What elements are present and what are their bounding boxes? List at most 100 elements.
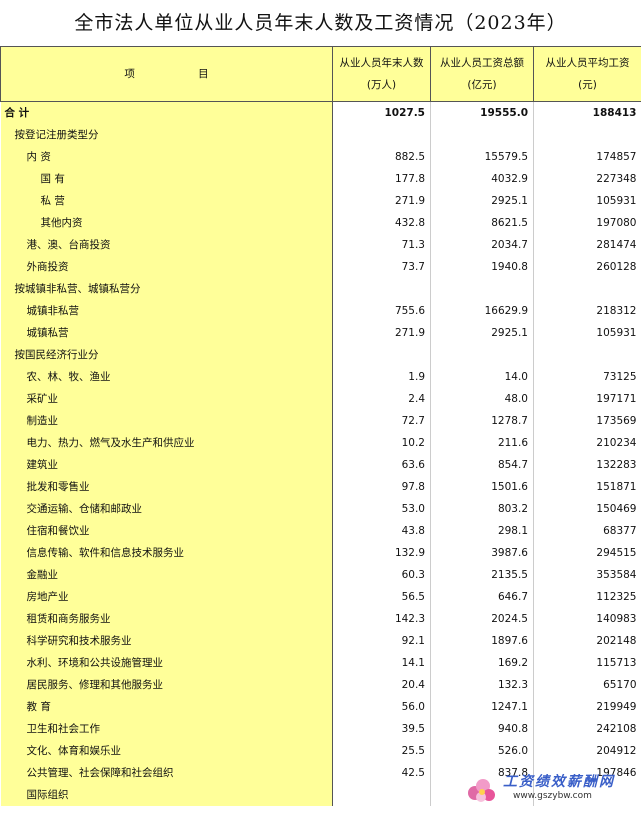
- total-wages-cell: 169.2: [430, 652, 534, 674]
- table-row: 港、澳、台商投资 71.3 2034.7 281474: [0, 234, 641, 256]
- header-employees-title: 从业人员年末人数: [339, 57, 424, 69]
- total-wages-cell: 2024.5: [430, 608, 534, 630]
- table-row: 信息传输、软件和信息技术服务业 132.9 3987.6 294515: [0, 542, 641, 564]
- employees-cell: 20.4: [332, 674, 431, 696]
- employees-cell: 53.0: [332, 498, 431, 520]
- total-wages-cell: 211.6: [430, 432, 534, 454]
- row-label: 合 计: [0, 101, 333, 124]
- row-label: 卫生和社会工作: [0, 718, 333, 740]
- average-wage-cell: 151871: [596, 481, 637, 493]
- row-label: 金融业: [0, 564, 333, 586]
- table-row: 电力、热力、燃气及水生产和供应业 10.2 211.6 210234: [0, 432, 641, 454]
- total-wages-cell: 1940.8: [430, 256, 534, 278]
- header-average-wage: 从业人员平均工资 (元): [533, 46, 641, 102]
- row-label: 建筑业: [0, 454, 333, 476]
- total-wages-cell: [430, 124, 534, 146]
- employees-cell: 63.6: [332, 454, 431, 476]
- table-row: 合 计 1027.5 19555.0 188413: [0, 101, 641, 124]
- table-row: 按城镇非私营、城镇私营分: [0, 278, 641, 300]
- table-row: 其他内资 432.8 8621.5 197080: [0, 212, 641, 234]
- header-average-wage-title: 从业人员平均工资: [545, 57, 630, 69]
- employees-cell: 432.8: [332, 212, 431, 234]
- header-employees-unit: (万人): [366, 79, 397, 91]
- total-wages-cell: 854.7: [430, 454, 534, 476]
- average-wage-cell: [534, 124, 641, 146]
- average-wage-cell: 260128: [596, 261, 637, 273]
- total-wages-cell: 1897.6: [430, 630, 534, 652]
- average-wage-cell: 140983: [596, 613, 637, 625]
- table-row: 科学研究和技术服务业 92.1 1897.6 202148: [0, 630, 641, 652]
- row-label: 制造业: [0, 410, 333, 432]
- total-wages-cell: 526.0: [430, 740, 534, 762]
- employees-cell: 42.5: [332, 762, 431, 784]
- employees-cell: 92.1: [332, 630, 431, 652]
- average-wage-cell: 242108: [596, 723, 637, 735]
- total-wages-cell: 646.7: [430, 586, 534, 608]
- site-watermark: 工资绩效薪酬网 www.gszybw.com: [463, 769, 633, 809]
- row-label: 住宿和餐饮业: [0, 520, 333, 542]
- row-label: 教 育: [0, 696, 333, 718]
- table-row: 交通运输、仓储和邮政业 53.0 803.2 150469: [0, 498, 641, 520]
- employees-cell: 1.9: [332, 366, 431, 388]
- average-wage-cell: 115713: [596, 657, 637, 669]
- employees-cell: 25.5: [332, 740, 431, 762]
- average-wage-cell: 73125: [603, 371, 637, 383]
- row-label: 电力、热力、燃气及水生产和供应业: [0, 432, 333, 454]
- average-wage-cell: 218312: [596, 305, 637, 317]
- total-wages-cell: 803.2: [430, 498, 534, 520]
- employees-cell: 71.3: [332, 234, 431, 256]
- average-wage-cell: 197171: [596, 393, 637, 405]
- watermark-text: 工资绩效薪酬网: [503, 774, 615, 790]
- total-wages-cell: 8621.5: [430, 212, 534, 234]
- employees-cell: 142.3: [332, 608, 431, 630]
- row-label: 信息传输、软件和信息技术服务业: [0, 542, 333, 564]
- table-row: 金融业 60.3 2135.5 353584: [0, 564, 641, 586]
- row-label: 采矿业: [0, 388, 333, 410]
- average-wage-cell: 173569: [596, 415, 637, 427]
- average-wage-cell: 188413: [592, 107, 637, 119]
- table-row: 内 资 882.5 15579.5 174857: [0, 146, 641, 168]
- employees-cell: 271.9: [332, 190, 431, 212]
- employees-cell: [332, 278, 431, 300]
- total-wages-cell: 1247.1: [430, 696, 534, 718]
- total-wages-cell: 14.0: [430, 366, 534, 388]
- total-wages-cell: [430, 344, 534, 366]
- table-row: 建筑业 63.6 854.7 132283: [0, 454, 641, 476]
- employees-cell: 43.8: [332, 520, 431, 542]
- row-label: 房地产业: [0, 586, 333, 608]
- table-body: 合 计 1027.5 19555.0 188413 按登记注册类型分内 资 882.5 15…: [0, 101, 641, 806]
- table-row: 水利、环境和公共设施管理业 14.1 169.2 115713: [0, 652, 641, 674]
- total-wages-cell: 1278.7: [430, 410, 534, 432]
- header-item: 项 目: [0, 46, 333, 102]
- average-wage-cell: 197080: [596, 217, 637, 229]
- flower-logo-icon: [468, 779, 495, 802]
- row-label: 居民服务、修理和其他服务业: [0, 674, 333, 696]
- row-label: 按登记注册类型分: [0, 124, 333, 146]
- row-label: 水利、环境和公共设施管理业: [0, 652, 333, 674]
- employees-cell: 60.3: [332, 564, 431, 586]
- employees-cell: 1027.5: [332, 101, 431, 124]
- row-label: 科学研究和技术服务业: [0, 630, 333, 652]
- header-employees: 从业人员年末人数 (万人): [332, 46, 431, 102]
- table-row: 城镇非私营 755.6 16629.9 218312: [0, 300, 641, 322]
- employees-cell: 271.9: [332, 322, 431, 344]
- average-wage-cell: 227348: [596, 173, 637, 185]
- average-wage-cell: 65170: [603, 679, 637, 691]
- total-wages-cell: 2925.1: [430, 322, 534, 344]
- employees-cell: 97.8: [332, 476, 431, 498]
- row-label: 按国民经济行业分: [0, 344, 333, 366]
- total-wages-cell: 3987.6: [430, 542, 534, 564]
- average-wage-cell: 202148: [596, 635, 637, 647]
- total-wages-cell: 2925.1: [430, 190, 534, 212]
- total-wages-cell: 15579.5: [430, 146, 534, 168]
- table-row: 城镇私营 271.9 2925.1 105931: [0, 322, 641, 344]
- employees-cell: 56.0: [332, 696, 431, 718]
- page-title: 全市法人单位从业人员年末人数及工资情况（2023年）: [74, 12, 567, 34]
- average-wage-cell: 105931: [596, 327, 637, 339]
- row-label: 国际组织: [0, 784, 333, 806]
- total-wages-cell: 940.8: [430, 718, 534, 740]
- row-label: 城镇非私营: [0, 300, 333, 322]
- row-label: 城镇私营: [0, 322, 333, 344]
- wage-table: 项 目 从业人员年末人数 (万人) 从业人员工资总额 (亿元) 从业人员平均工资…: [0, 46, 641, 806]
- row-label: 其他内资: [0, 212, 333, 234]
